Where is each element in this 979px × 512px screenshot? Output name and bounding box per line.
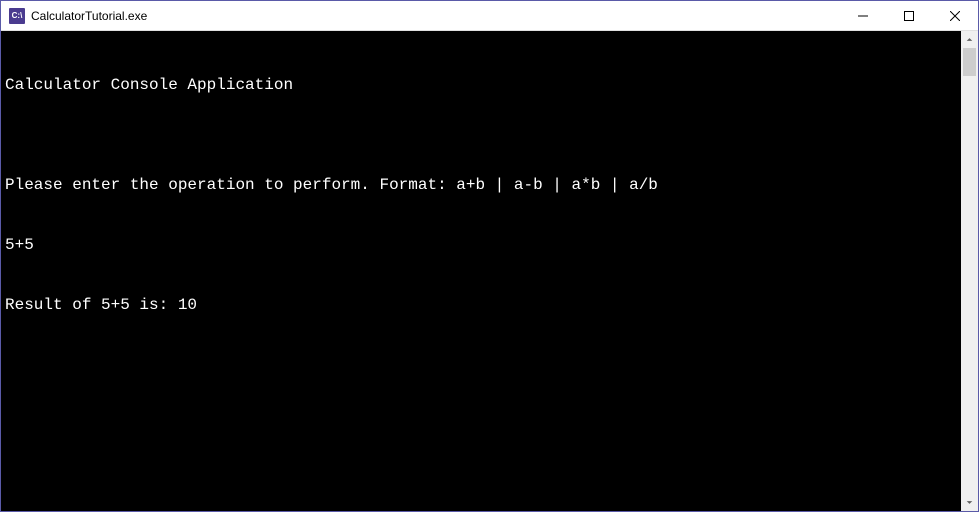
maximize-button[interactable] — [886, 1, 932, 30]
chevron-up-icon — [966, 36, 973, 43]
titlebar-left: C:\ CalculatorTutorial.exe — [9, 8, 147, 24]
scroll-track[interactable] — [961, 48, 978, 494]
app-icon: C:\ — [9, 8, 25, 24]
console-area: Calculator Console Application Please en… — [1, 31, 978, 511]
console-line: Result of 5+5 is: 10 — [5, 295, 957, 315]
console-output[interactable]: Calculator Console Application Please en… — [1, 31, 961, 511]
scroll-thumb[interactable] — [963, 48, 976, 76]
window-title: CalculatorTutorial.exe — [31, 9, 147, 23]
window-controls — [840, 1, 978, 30]
console-line: Please enter the operation to perform. F… — [5, 175, 957, 195]
console-line: 5+5 — [5, 235, 957, 255]
minimize-button[interactable] — [840, 1, 886, 30]
close-button[interactable] — [932, 1, 978, 30]
scroll-up-button[interactable] — [961, 31, 978, 48]
close-icon — [950, 11, 960, 21]
minimize-icon — [858, 11, 868, 21]
vertical-scrollbar[interactable] — [961, 31, 978, 511]
console-line: Calculator Console Application — [5, 75, 957, 95]
window-titlebar: C:\ CalculatorTutorial.exe — [1, 1, 978, 31]
chevron-down-icon — [966, 499, 973, 506]
maximize-icon — [904, 11, 914, 21]
scroll-down-button[interactable] — [961, 494, 978, 511]
